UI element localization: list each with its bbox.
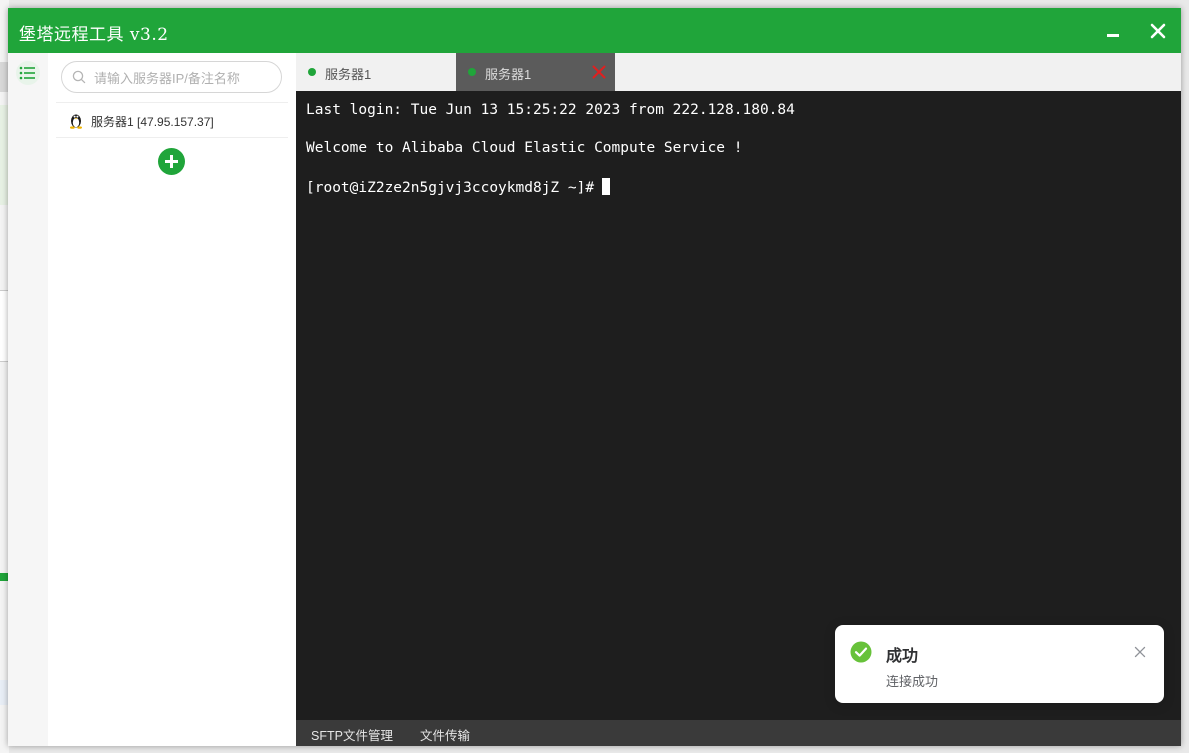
terminal-footer: SFTP文件管理 文件传输 [296,720,1181,746]
tab-label: 服务器1 [325,67,372,82]
close-icon [1150,23,1166,39]
terminal-cursor [602,178,611,195]
close-window-button[interactable] [1143,16,1173,46]
toast-close-icon[interactable] [1134,646,1146,658]
toast-title: 成功 [886,648,919,665]
search-input[interactable] [92,67,276,89]
linux-penguin-icon [70,114,82,129]
file-transfer-button[interactable]: 文件传输 [420,725,470,744]
minimize-icon [1107,34,1119,37]
window-title: 堡塔远程工具 v3.2 [19,25,169,45]
server-list-item[interactable]: 服务器1 [47.95.157.37] [56,102,288,138]
search-box [61,61,282,93]
tab-server-1[interactable]: 服务器1 [296,53,456,91]
icon-column [8,53,49,746]
tab-close-icon[interactable] [592,65,606,79]
title-bar: 堡塔远程工具 v3.2 [8,8,1181,53]
server-label: 服务器1 [47.95.157.37] [91,115,214,129]
add-server-button[interactable] [158,148,185,175]
tab-server-1-active[interactable]: 服务器1 [456,53,615,91]
status-dot-icon [308,68,316,76]
server-list-panel: 服务器1 [47.95.157.37] [48,53,296,746]
server-list-toggle-button[interactable] [16,61,40,85]
success-check-icon [850,641,872,663]
terminal-prompt: [root@iZ2ze2n5gjvj3ccoykmd8jZ ~]# [306,180,595,196]
terminal-line: Last login: Tue Jun 13 15:25:22 2023 fro… [306,102,795,118]
terminal-prompt-line: [root@iZ2ze2n5gjvj3ccoykmd8jZ ~]# [306,178,611,196]
toast-message: 连接成功 [886,674,939,689]
terminal-line: Welcome to Alibaba Cloud Elastic Compute… [306,140,743,156]
sftp-manager-button[interactable]: SFTP文件管理 [311,725,393,744]
search-icon [72,70,86,84]
status-dot-icon [468,68,476,76]
tab-label: 服务器1 [485,67,532,82]
list-icon [19,66,35,80]
minimize-button[interactable] [1098,16,1128,46]
success-toast: 成功 连接成功 [835,625,1164,703]
tab-bar: 服务器1 服务器1 [296,53,1181,91]
